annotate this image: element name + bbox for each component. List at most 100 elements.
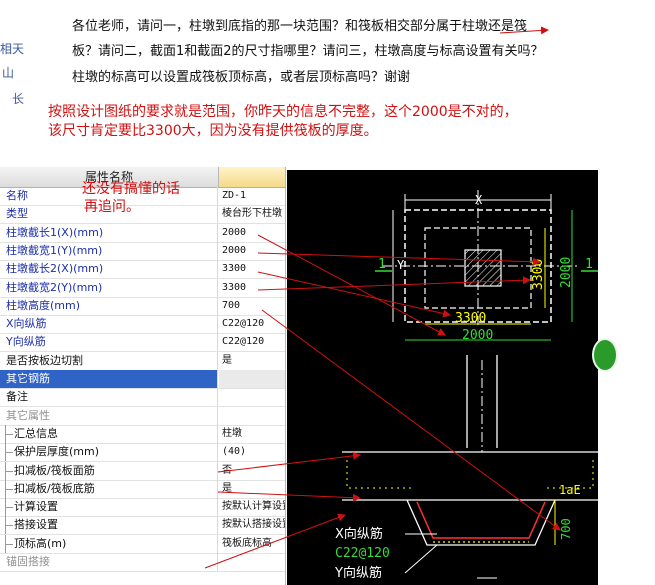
table-row[interactable]: 计算设置 按默认计算设置 bbox=[0, 498, 285, 518]
question-line-2: 板？请问二，截面1和截面2的尺寸指哪里？请问三，柱墩高度与标高设置有关吗？ bbox=[72, 44, 544, 59]
table-row[interactable]: Y向纵筋 C22@120 bbox=[0, 333, 285, 353]
dim-3300-vertical: 3300 bbox=[531, 259, 546, 290]
property-name-text: 计算设置 bbox=[14, 500, 58, 514]
property-name-text: 柱墩截宽2(Y)(mm) bbox=[6, 280, 103, 294]
property-name: 保护层厚度(mm) bbox=[0, 443, 218, 462]
property-value[interactable]: 3300 bbox=[219, 260, 285, 278]
property-name: 汇总信息 bbox=[0, 424, 218, 443]
annotation-note-line-1: 还没有搞懂的话 bbox=[82, 181, 180, 197]
property-name-text: 保护层厚度(mm) bbox=[14, 445, 100, 459]
property-name-text: 柱墩截宽1(Y)(mm) bbox=[6, 243, 103, 257]
dim-x-label: X bbox=[475, 193, 483, 207]
property-name: 柱墩高度(mm) bbox=[0, 296, 218, 315]
property-name-text: Y向纵筋 bbox=[6, 335, 46, 349]
property-value[interactable] bbox=[219, 370, 285, 388]
table-row[interactable]: 其它钢筋 bbox=[0, 370, 285, 389]
dim-y-label: Y bbox=[397, 258, 405, 272]
dim-700: 700 bbox=[559, 518, 573, 540]
sidebar-fragment: 长 bbox=[12, 92, 25, 106]
property-value[interactable]: C22@120 bbox=[219, 315, 285, 333]
property-value[interactable] bbox=[219, 407, 285, 425]
property-name: 顶标高(m) bbox=[0, 534, 218, 553]
question-line-1: 各位老师，请问一，柱墩到底指的那一块范围？和筏板相交部分属于柱墩还是筏 bbox=[72, 19, 528, 34]
property-value[interactable]: 筏板底标高 bbox=[219, 535, 285, 553]
property-grid: 属性名称 名称 ZD-1 类型 棱台形下柱墩 柱墩截长1(X)(mm) 2000 柱墩截宽1… bbox=[0, 167, 286, 585]
pier-rebar bbox=[416, 501, 546, 539]
answer-line-1: 按照设计图纸的要求就是范围，你昨天的信息不完整，这个2000是不对的， bbox=[48, 104, 518, 120]
property-name: 柱墩截长2(X)(mm) bbox=[0, 260, 218, 279]
table-row[interactable]: 柱墩截宽2(Y)(mm) 3300 bbox=[0, 278, 285, 298]
property-name: 备注 bbox=[0, 388, 218, 407]
property-name-text: 汇总信息 bbox=[14, 426, 58, 440]
property-name-text: 搭接设置 bbox=[14, 518, 58, 532]
dim-2000-horizontal: 2000 bbox=[462, 328, 493, 343]
table-row[interactable]: X向纵筋 C22@120 bbox=[0, 315, 285, 335]
property-name-text: 柱墩截长1(X)(mm) bbox=[6, 225, 104, 239]
table-row[interactable]: 顶标高(m) 筏板底标高 bbox=[0, 534, 285, 554]
table-row[interactable]: 备注 bbox=[0, 388, 285, 408]
property-value[interactable]: 否 bbox=[219, 462, 285, 480]
table-row[interactable]: 扣减板/筏板面筋 否 bbox=[0, 461, 285, 481]
lae-label: 1aE bbox=[559, 483, 581, 497]
property-value[interactable]: 按默认计算设置 bbox=[219, 498, 285, 516]
property-name-text: 其它钢筋 bbox=[6, 372, 50, 385]
property-name-text: 类型 bbox=[6, 207, 28, 221]
property-value[interactable]: 棱台形下柱墩 bbox=[219, 205, 285, 223]
sidebar-fragment: 山 bbox=[2, 66, 15, 80]
property-name-text: 柱墩高度(mm) bbox=[6, 298, 81, 312]
property-name: 计算设置 bbox=[0, 498, 218, 517]
svg-text:1: 1 bbox=[585, 257, 593, 272]
property-name-text: 名称 bbox=[6, 189, 28, 202]
cad-drawing: X Y 1 1 3300 2000 3300 2000 1aE 700 X向纵筋… bbox=[287, 170, 598, 585]
table-row[interactable]: 柱墩高度(mm) 700 bbox=[0, 296, 285, 316]
property-value[interactable]: ZD-1 bbox=[219, 187, 285, 205]
table-row[interactable]: 其它属性 bbox=[0, 406, 285, 426]
property-name: 柱墩截宽2(Y)(mm) bbox=[0, 278, 218, 297]
property-name: Y向纵筋 bbox=[0, 333, 218, 352]
table-row[interactable]: 是否按板边切割 是 bbox=[0, 351, 285, 371]
rebar-spec-label: C22@120 bbox=[335, 546, 390, 561]
table-row[interactable]: 柱墩截宽1(Y)(mm) 2000 bbox=[0, 241, 285, 261]
tree-connector bbox=[5, 498, 14, 517]
tree-connector bbox=[5, 516, 14, 535]
property-value[interactable]: 是 bbox=[219, 352, 285, 370]
property-name: 柱墩截宽1(Y)(mm) bbox=[0, 241, 218, 260]
column-section bbox=[464, 249, 502, 287]
table-row[interactable]: 搭接设置 按默认搭接设置 bbox=[0, 516, 285, 536]
table-row[interactable]: 柱墩截长1(X)(mm) 2000 bbox=[0, 223, 285, 243]
property-value[interactable]: 柱墩 bbox=[219, 425, 285, 443]
table-row[interactable]: 保护层厚度(mm) (40) bbox=[0, 443, 285, 463]
property-name: 锚固搭接 bbox=[0, 553, 218, 571]
property-name: 是否按板边切割 bbox=[0, 351, 218, 370]
question-line-3: 柱墩的标高可以设置成筏板顶标高，或者层顶标高吗？谢谢 bbox=[72, 70, 411, 85]
annotation-note: 还没有搞懂的话 再追问。 bbox=[82, 180, 180, 216]
property-name-text: 其它属性 bbox=[6, 408, 50, 422]
property-value[interactable] bbox=[219, 553, 285, 571]
property-name: 搭接设置 bbox=[0, 516, 218, 535]
property-value[interactable]: 按默认搭接设置 bbox=[219, 516, 285, 534]
svg-text:1: 1 bbox=[378, 257, 386, 272]
property-value[interactable]: C22@120 bbox=[219, 333, 285, 351]
tree-connector bbox=[5, 479, 14, 498]
y-rebar-label: Y向纵筋 bbox=[334, 565, 382, 581]
property-value[interactable]: 是 bbox=[219, 480, 285, 498]
toolbar-circle-button[interactable] bbox=[592, 338, 618, 372]
property-name: 扣减板/筏板面筋 bbox=[0, 461, 218, 480]
property-name: 柱墩截长1(X)(mm) bbox=[0, 223, 218, 242]
property-name-text: 备注 bbox=[6, 390, 28, 404]
property-value[interactable]: (40) bbox=[219, 443, 285, 461]
property-name-text: X向纵筋 bbox=[6, 317, 47, 331]
property-name: X向纵筋 bbox=[0, 315, 218, 334]
table-row[interactable]: 汇总信息 柱墩 bbox=[0, 424, 285, 444]
property-value[interactable]: 2000 bbox=[219, 242, 285, 260]
property-value[interactable]: 700 bbox=[219, 297, 285, 315]
property-value[interactable] bbox=[219, 388, 285, 406]
tree-connector bbox=[5, 443, 14, 462]
table-row[interactable]: 锚固搭接 bbox=[0, 553, 285, 572]
property-value[interactable]: 2000 bbox=[219, 224, 285, 242]
table-row[interactable]: 柱墩截长2(X)(mm) 3300 bbox=[0, 260, 285, 280]
table-row[interactable]: 扣减板/筏板底筋 是 bbox=[0, 479, 285, 499]
property-value[interactable]: 3300 bbox=[219, 279, 285, 297]
tree-connector bbox=[5, 534, 14, 553]
dim-2000-vertical: 2000 bbox=[559, 257, 574, 288]
